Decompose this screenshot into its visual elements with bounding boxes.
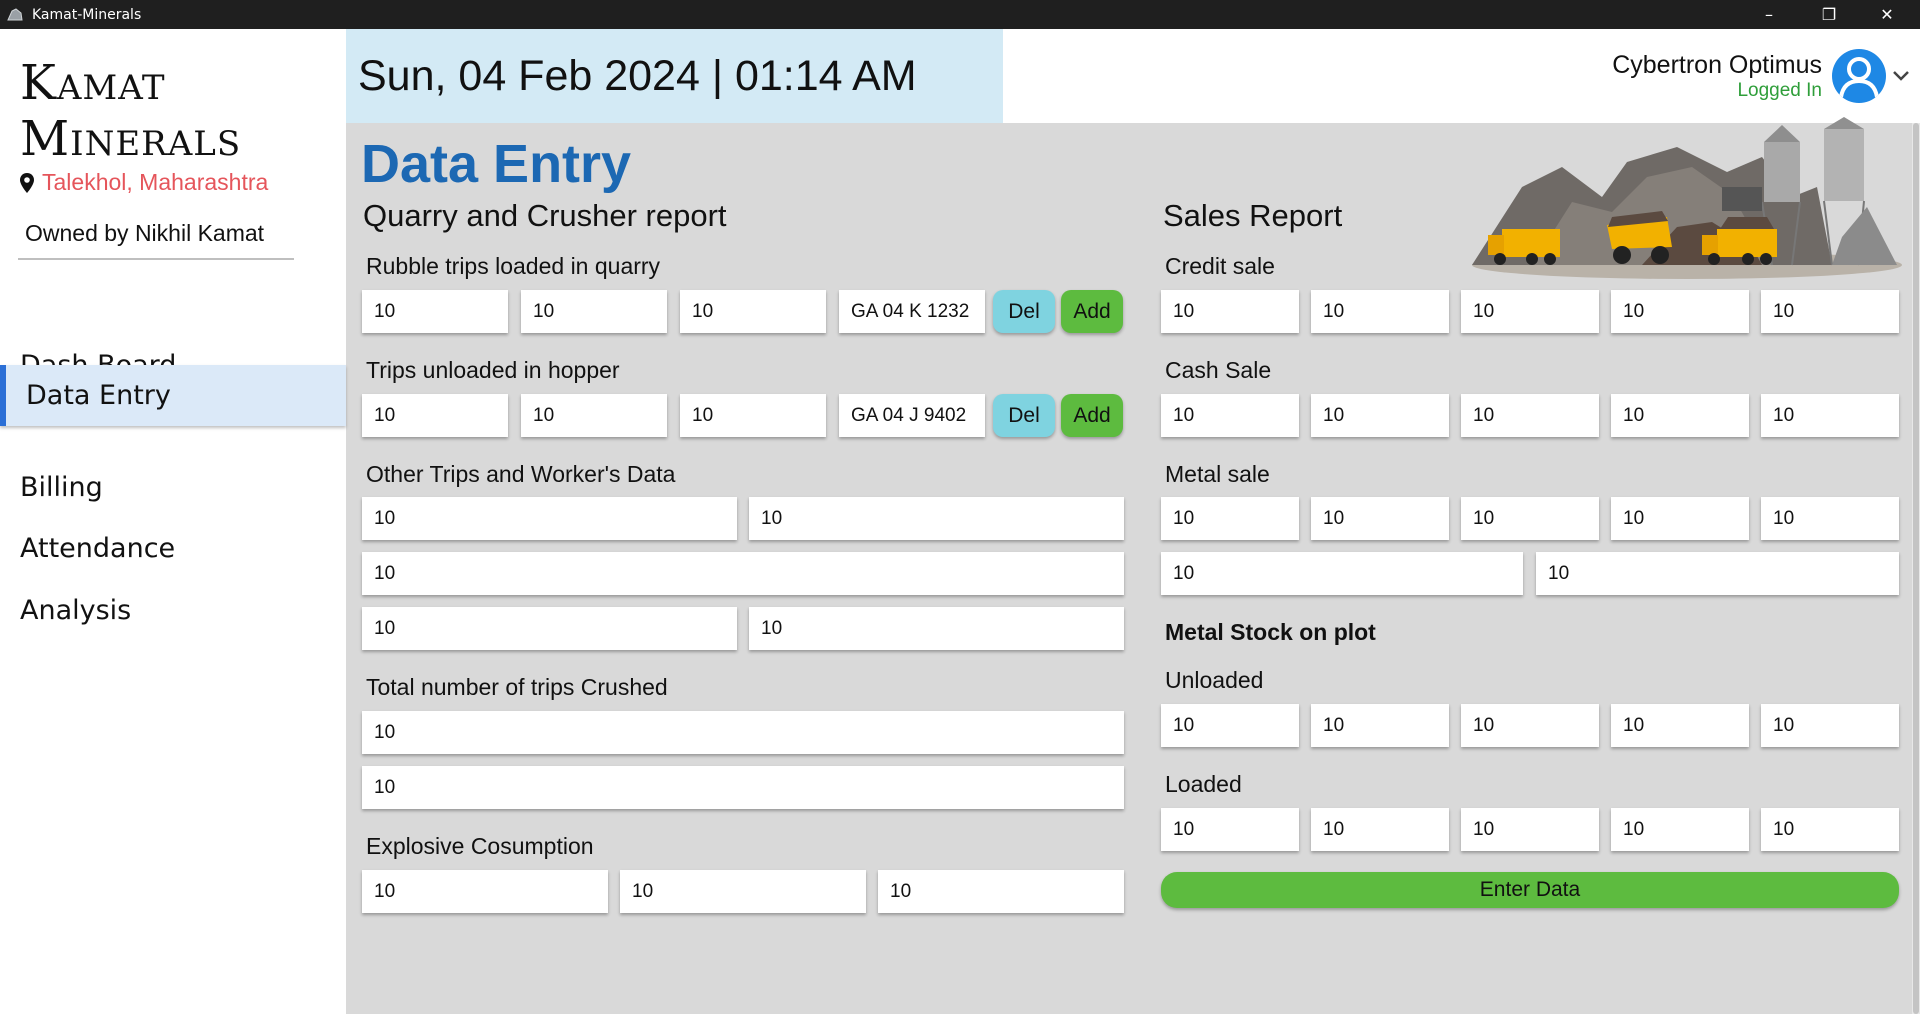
explosive-field-2[interactable]	[620, 870, 866, 913]
metal-field-3[interactable]	[1461, 497, 1599, 540]
brand-line-1: Kamat	[20, 55, 166, 111]
other-field-2[interactable]	[749, 497, 1124, 540]
cash-field-2[interactable]	[1311, 394, 1449, 437]
hopper-del-button[interactable]: Del	[993, 394, 1055, 437]
unloaded-field-4[interactable]	[1611, 704, 1749, 747]
explosive-field-3[interactable]	[878, 870, 1124, 913]
cash-sale-label: Cash Sale	[1165, 357, 1272, 383]
other-trips-label: Other Trips and Worker's Data	[366, 461, 676, 487]
sidebar: Kamat Minerals Talekhol, Maharashtra Own…	[0, 29, 346, 1014]
cash-field-1[interactable]	[1161, 394, 1299, 437]
hopper-add-button[interactable]: Add	[1061, 394, 1123, 437]
hopper-trips-label: Trips unloaded in hopper	[366, 357, 620, 383]
window-titlebar: Kamat-Minerals – ❐ ✕	[0, 0, 1920, 29]
minimize-icon[interactable]: –	[1746, 0, 1792, 29]
sidebar-divider	[18, 258, 294, 260]
scrollbar-thumb[interactable]	[1913, 123, 1919, 1014]
credit-field-1[interactable]	[1161, 290, 1299, 333]
brand-logo-text: Kamat Minerals	[20, 55, 241, 167]
cash-field-5[interactable]	[1761, 394, 1899, 437]
explosive-label: Explosive Cosumption	[366, 833, 594, 859]
user-menu[interactable]: Cybertron Optimus Logged In	[1612, 29, 1920, 123]
metal-stock-label: Metal Stock on plot	[1165, 619, 1376, 645]
unloaded-field-3[interactable]	[1461, 704, 1599, 747]
loaded-label: Loaded	[1165, 771, 1242, 797]
loaded-field-5[interactable]	[1761, 808, 1899, 851]
unloaded-field-2[interactable]	[1311, 704, 1449, 747]
brand-line-2: Minerals	[20, 111, 242, 167]
crushed-field-1[interactable]	[362, 711, 1124, 754]
credit-sale-label: Credit sale	[1165, 253, 1275, 279]
metal-field-2[interactable]	[1311, 497, 1449, 540]
app-icon	[7, 7, 23, 20]
other-field-1[interactable]	[362, 497, 737, 540]
page-title: Data Entry	[361, 134, 632, 194]
rubble-field-2[interactable]	[521, 290, 667, 333]
user-name: Cybertron Optimus	[1612, 50, 1822, 79]
credit-field-5[interactable]	[1761, 290, 1899, 333]
hopper-field-2[interactable]	[521, 394, 667, 437]
crushed-trips-label: Total number of trips Crushed	[366, 674, 668, 700]
rubble-field-3[interactable]	[680, 290, 826, 333]
metal-sale-label: Metal sale	[1165, 461, 1270, 487]
chevron-down-icon[interactable]	[1886, 70, 1916, 82]
loaded-field-2[interactable]	[1311, 808, 1449, 851]
quarry-section-title: Quarry and Crusher report	[363, 198, 727, 233]
sidebar-item-attendance[interactable]: Attendance	[0, 518, 346, 579]
unloaded-field-5[interactable]	[1761, 704, 1899, 747]
hopper-field-1[interactable]	[362, 394, 508, 437]
unloaded-label: Unloaded	[1165, 667, 1264, 693]
hopper-field-3[interactable]	[680, 394, 826, 437]
restore-icon[interactable]: ❐	[1806, 0, 1852, 29]
cash-field-3[interactable]	[1461, 394, 1599, 437]
loaded-field-1[interactable]	[1161, 808, 1299, 851]
metal-field-4[interactable]	[1611, 497, 1749, 540]
loaded-field-3[interactable]	[1461, 808, 1599, 851]
datetime-display: Sun, 04 Feb 2024 | 01:14 AM	[346, 29, 1003, 123]
metal-field-6[interactable]	[1161, 552, 1523, 595]
credit-field-3[interactable]	[1461, 290, 1599, 333]
close-icon[interactable]: ✕	[1864, 0, 1910, 29]
user-avatar-icon[interactable]	[1832, 49, 1886, 103]
rubble-del-button[interactable]: Del	[993, 290, 1055, 333]
other-field-3[interactable]	[362, 552, 1124, 595]
unloaded-field-1[interactable]	[1161, 704, 1299, 747]
metal-field-5[interactable]	[1761, 497, 1899, 540]
crushed-field-2[interactable]	[362, 766, 1124, 809]
location: Talekhol, Maharashtra	[20, 169, 268, 196]
enter-data-button[interactable]: Enter Data	[1161, 872, 1899, 908]
explosive-field-1[interactable]	[362, 870, 608, 913]
main-scrollbar[interactable]	[1912, 123, 1920, 1014]
sales-section-title: Sales Report	[1163, 198, 1343, 233]
rubble-trips-label: Rubble trips loaded in quarry	[366, 253, 661, 279]
rubble-field-1[interactable]	[362, 290, 508, 333]
location-text: Talekhol, Maharashtra	[42, 169, 269, 195]
credit-field-2[interactable]	[1311, 290, 1449, 333]
sidebar-item-label: Billing	[20, 472, 103, 503]
user-info: Cybertron Optimus Logged In	[1612, 51, 1822, 102]
loaded-field-4[interactable]	[1611, 808, 1749, 851]
cash-field-4[interactable]	[1611, 394, 1749, 437]
credit-field-4[interactable]	[1611, 290, 1749, 333]
location-pin-icon	[20, 172, 34, 193]
other-field-4[interactable]	[362, 607, 737, 650]
rubble-add-button[interactable]: Add	[1061, 290, 1123, 333]
other-field-5[interactable]	[749, 607, 1124, 650]
sidebar-item-billing[interactable]: Billing	[0, 457, 346, 518]
window-title: Kamat-Minerals	[32, 6, 142, 23]
metal-field-7[interactable]	[1536, 552, 1899, 595]
mining-trucks-illustration	[1472, 117, 1902, 279]
sidebar-item-label: Attendance	[20, 533, 176, 564]
owner-text: Owned by Nikhil Kamat	[25, 220, 265, 246]
user-status: Logged In	[1737, 79, 1822, 101]
sidebar-item-label: Analysis	[20, 595, 132, 626]
rubble-vehicle-field[interactable]	[839, 290, 985, 333]
sidebar-item-label: Data Entry	[26, 380, 171, 411]
header: Sun, 04 Feb 2024 | 01:14 AM Cybertron Op…	[346, 29, 1920, 123]
metal-field-1[interactable]	[1161, 497, 1299, 540]
sidebar-item-data-entry[interactable]: Data Entry	[0, 365, 346, 426]
hopper-vehicle-field[interactable]	[839, 394, 985, 437]
sidebar-item-analysis[interactable]: Analysis	[0, 580, 346, 641]
